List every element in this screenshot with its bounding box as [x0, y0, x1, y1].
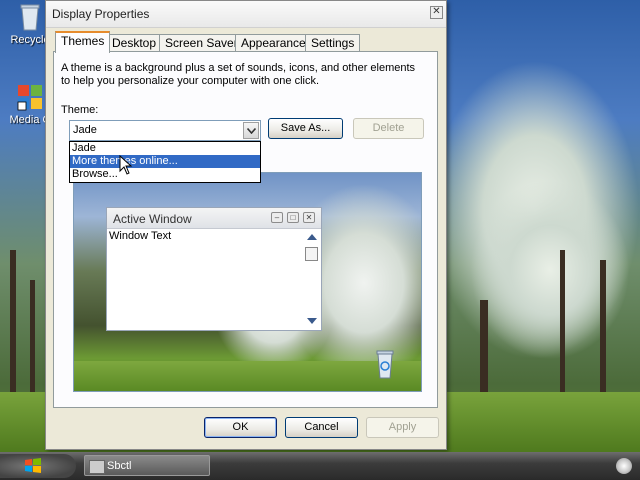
- cancel-button[interactable]: Cancel: [285, 417, 358, 438]
- preview-title-bar: Active Window – □ ✕: [107, 208, 321, 229]
- taskbar-item-label: Sbctl: [107, 460, 132, 472]
- theme-label: Theme:: [61, 104, 99, 116]
- display-properties-window: Display Properties ✕ Themes Desktop Scre…: [45, 0, 447, 450]
- maximize-icon: □: [287, 212, 299, 223]
- media-center-icon: [15, 82, 45, 112]
- tray-icon[interactable]: [616, 458, 632, 474]
- start-button[interactable]: [0, 454, 76, 478]
- scroll-thumb: [305, 247, 318, 261]
- taskbar-item-sbctl[interactable]: Sbctl: [84, 455, 210, 476]
- tab-desktop[interactable]: Desktop: [106, 34, 163, 52]
- title-bar[interactable]: Display Properties ✕: [46, 1, 446, 28]
- dropdown-item-more-themes[interactable]: More themes online...: [70, 155, 260, 168]
- windows-flag-icon: [25, 458, 41, 473]
- theme-select-value: Jade: [73, 124, 97, 136]
- tab-screen-saver[interactable]: Screen Saver: [159, 34, 244, 52]
- theme-select[interactable]: Jade: [69, 120, 261, 141]
- tab-themes[interactable]: Themes: [55, 31, 111, 53]
- save-as-button[interactable]: Save As...: [268, 118, 343, 139]
- theme-preview: Active Window – □ ✕ Window Text: [73, 172, 422, 392]
- delete-button[interactable]: Delete: [353, 118, 424, 139]
- close-icon: ✕: [303, 212, 315, 223]
- ok-button[interactable]: OK: [204, 417, 277, 438]
- chevron-down-icon: [247, 128, 256, 134]
- preview-window-text: Window Text: [109, 230, 172, 242]
- taskbar: Sbctl: [0, 452, 640, 480]
- apply-button[interactable]: Apply: [366, 417, 439, 438]
- window-icon: [89, 460, 105, 474]
- recycle-bin-icon: [15, 2, 45, 32]
- desktop-icon-label: Recycle: [10, 34, 50, 46]
- theme-dropdown-list: Jade More themes online... Browse...: [69, 141, 261, 183]
- theme-description: A theme is a background plus a set of so…: [61, 62, 416, 87]
- preview-scrollbar: [304, 229, 320, 329]
- mouse-cursor-icon: [119, 155, 133, 175]
- preview-active-window: Active Window – □ ✕ Window Text: [106, 207, 322, 331]
- close-button[interactable]: ✕: [430, 6, 443, 19]
- close-icon: ✕: [432, 6, 441, 17]
- scroll-up-icon: [307, 234, 317, 240]
- tab-appearance[interactable]: Appearance: [235, 34, 312, 52]
- window-title: Display Properties: [52, 7, 150, 21]
- dropdown-button[interactable]: [243, 122, 259, 139]
- scroll-down-icon: [307, 318, 317, 324]
- preview-window-title: Active Window: [113, 212, 192, 226]
- tab-settings[interactable]: Settings: [305, 34, 361, 52]
- recycle-bin-icon: [376, 350, 394, 379]
- minimize-icon: –: [271, 212, 283, 223]
- dropdown-item-browse[interactable]: Browse...: [70, 168, 260, 181]
- dropdown-item-jade[interactable]: Jade: [70, 142, 260, 155]
